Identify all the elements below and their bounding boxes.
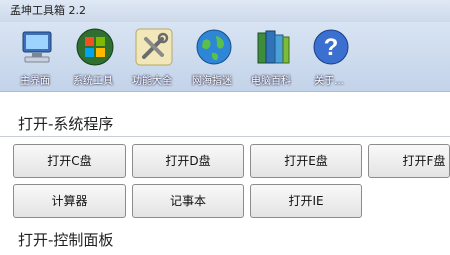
- window-title: 孟坤工具箱 2.2: [0, 0, 450, 22]
- toolbar-item-all-functions[interactable]: 功能大全: [123, 25, 181, 89]
- open-f-drive-button[interactable]: 打开F盘: [368, 144, 450, 178]
- toolbar-item-label: 功能大全: [132, 76, 172, 87]
- toolbar-item-label: 网海指迷: [192, 76, 232, 87]
- toolbar-item-label: 主界面: [20, 76, 50, 87]
- computer-icon: [22, 31, 52, 63]
- notepad-button[interactable]: 记事本: [132, 184, 244, 218]
- help-icon: ?: [313, 29, 349, 65]
- calculator-button[interactable]: 计算器: [13, 184, 126, 218]
- toolbar: 主界面 系统工具 功能大全 网海指迷 电脑百科 ? 关于...: [0, 22, 450, 92]
- toolbar-item-pc-encyclopedia[interactable]: 电脑百科: [242, 25, 300, 89]
- open-d-drive-button[interactable]: 打开D盘: [132, 144, 244, 178]
- windows-logo-icon: [76, 28, 114, 66]
- open-e-drive-button[interactable]: 打开E盘: [250, 144, 362, 178]
- toolbar-item-label: 系统工具: [73, 76, 113, 87]
- toolbar-item-label: 电脑百科: [251, 76, 291, 87]
- open-ie-button[interactable]: 打开IE: [250, 184, 362, 218]
- toolbar-item-about[interactable]: ? 关于...: [300, 25, 358, 89]
- section-title-control-panel: 打开-控制面板: [18, 231, 114, 249]
- toolbar-item-web-guide[interactable]: 网海指迷: [183, 25, 241, 89]
- books-icon: [257, 30, 290, 64]
- section-title-system-programs: 打开-系统程序: [18, 115, 114, 133]
- toolbar-item-main[interactable]: 主界面: [6, 25, 64, 89]
- section-divider: [0, 136, 450, 137]
- toolbar-item-system-tools[interactable]: 系统工具: [64, 25, 122, 89]
- tools-icon: [135, 28, 173, 66]
- svg-text:?: ?: [324, 34, 339, 61]
- globe-icon: [196, 29, 232, 65]
- toolbar-item-label: 关于...: [314, 76, 344, 87]
- open-c-drive-button[interactable]: 打开C盘: [13, 144, 126, 178]
